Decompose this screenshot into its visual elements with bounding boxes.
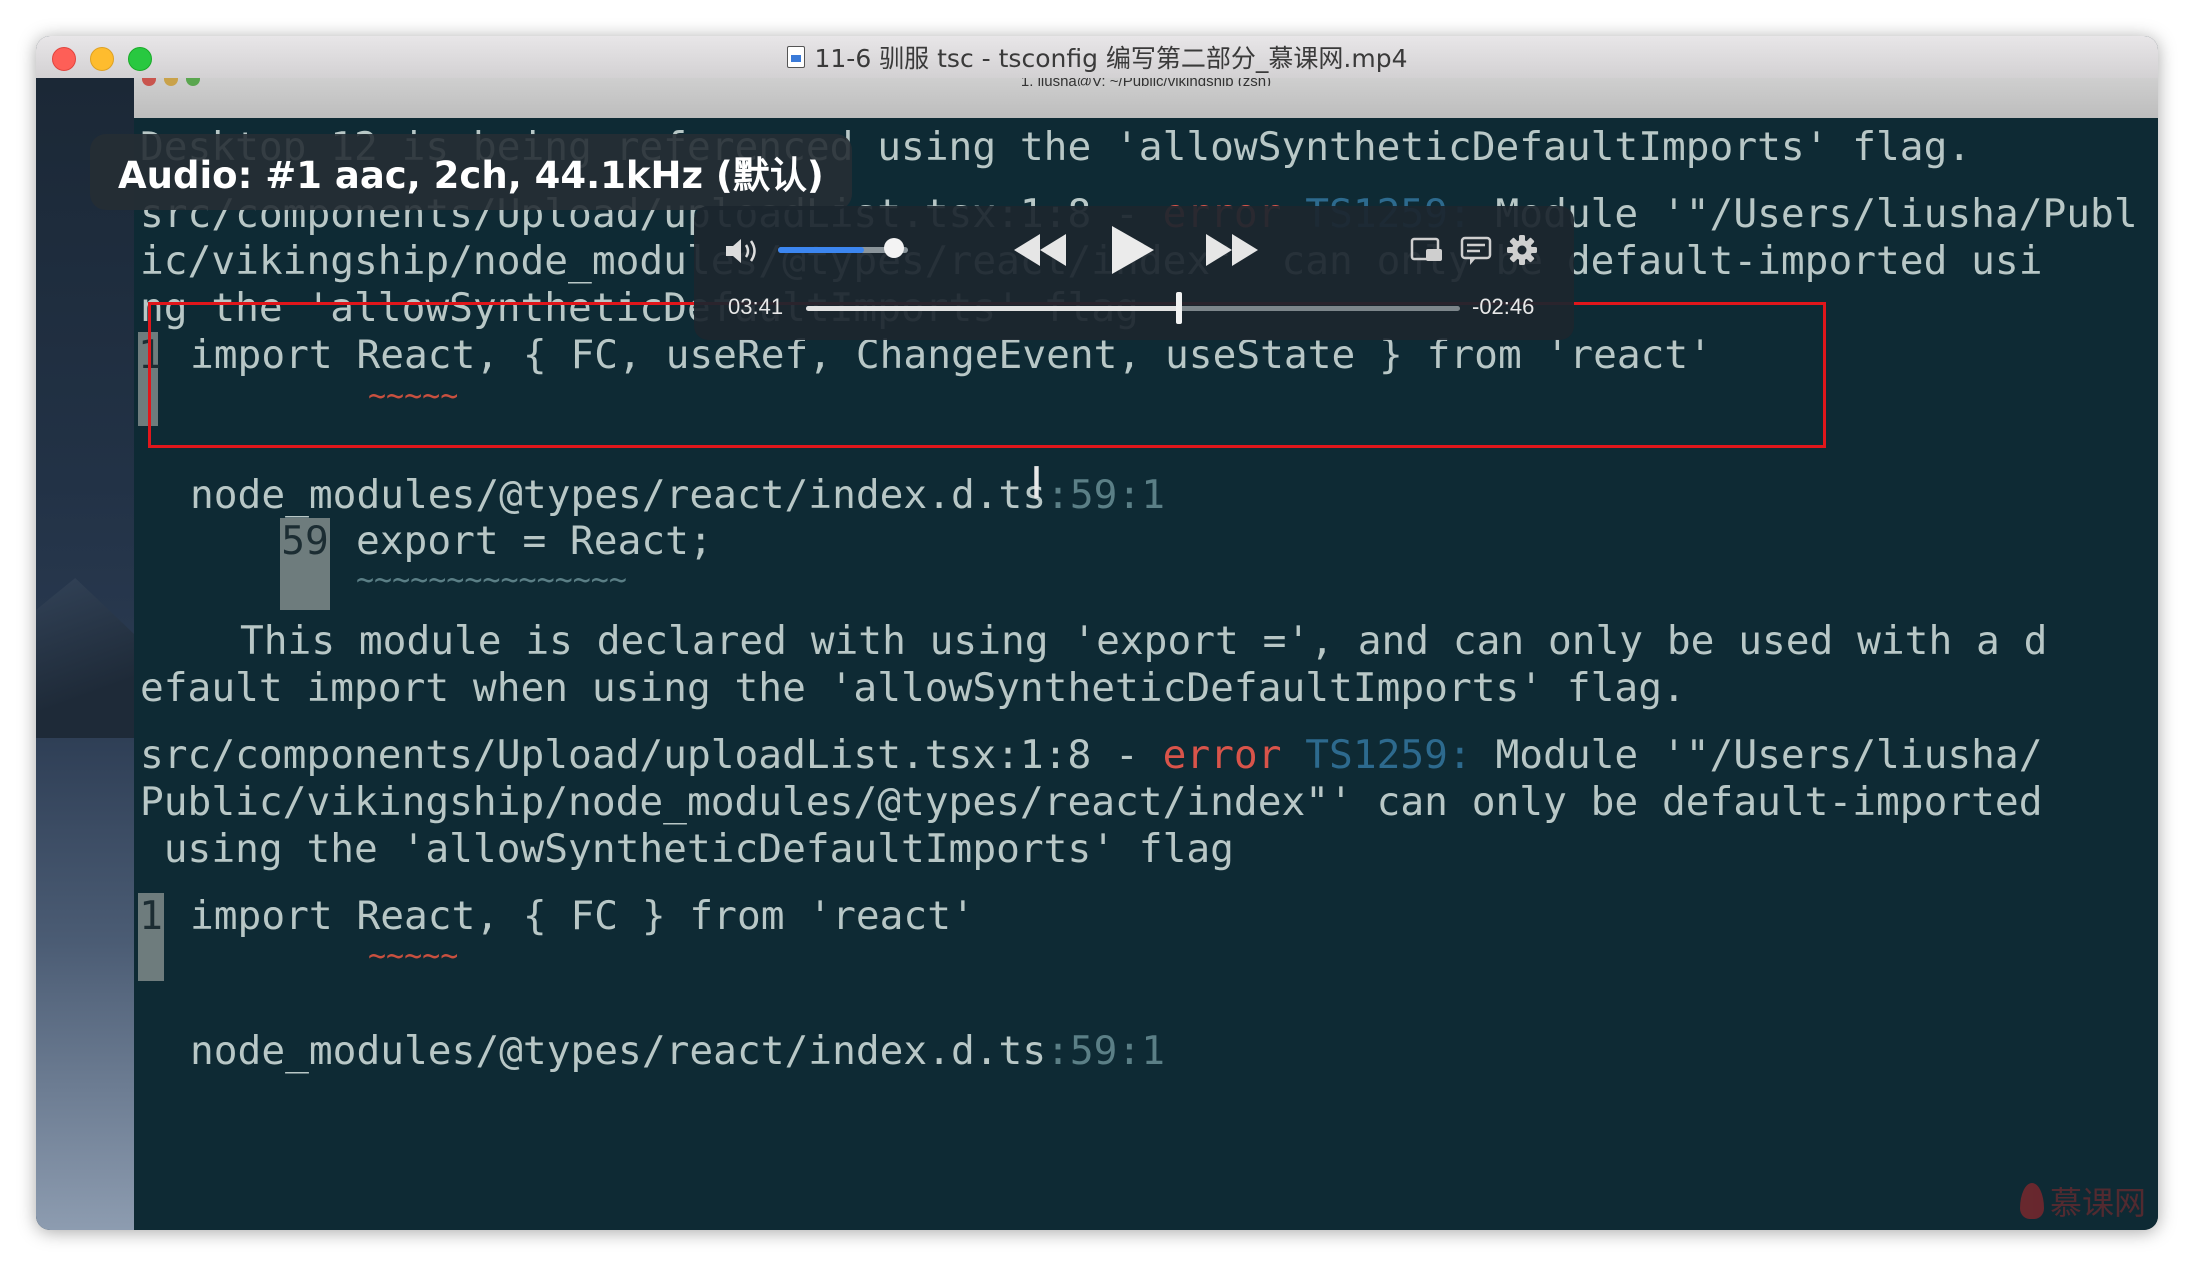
window-title-group: 11-6 驯服 tsc - tsconfig 编写第二部分_慕课网.mp4 [36, 36, 2158, 78]
error-squiggle: ~~~~~ [368, 939, 459, 974]
video-terminal-title: 1. liusha@V: ~/Public/vikingship (zsh) [134, 78, 2158, 86]
watermark-text: 慕课网 [2049, 1184, 2146, 1222]
subtitles-icon[interactable] [1460, 236, 1492, 266]
error-message: Module '"/Users/liusha/ [1471, 732, 2043, 778]
playback-controls: 03:41 -02:46 [694, 206, 1574, 340]
picture-in-picture-icon[interactable] [1410, 236, 1444, 264]
definition-location: :59:1 [1046, 1028, 1166, 1074]
error-file-path: src/components/Upload/uploadList.tsx [140, 732, 997, 778]
flame-logo-icon [2019, 1183, 2044, 1219]
video-terminal-titlebar: 1. liusha@V: ~/Public/vikingship (zsh) [134, 78, 2158, 118]
terminal-line-14: using the 'allowSyntheticDefaultImports'… [140, 826, 1234, 872]
document-icon [786, 46, 805, 68]
progress-played [806, 306, 1179, 311]
text-cursor-icon: I [1030, 458, 1043, 509]
terminal-line-17: node_modules/@types/react/index.d.ts:59:… [190, 1028, 1165, 1074]
line-number: 59 [281, 518, 329, 564]
volume-icon[interactable] [724, 236, 762, 266]
window-title: 11-6 驯服 tsc - tsconfig 编写第二部分_慕课网.mp4 [814, 44, 1408, 73]
definition-file-path: node_modules/@types/react/index.d.ts [190, 1028, 1047, 1074]
volume-knob[interactable] [884, 238, 904, 258]
elapsed-time: 03:41 [728, 294, 784, 319]
volume-level [778, 247, 864, 253]
player-window: 11-6 驯服 tsc - tsconfig 编写第二部分_慕课网.mp4 1.… [36, 36, 2158, 1230]
separator-dash: - [1091, 732, 1163, 778]
mountain-silhouette [36, 578, 134, 738]
site-watermark: 慕课网 [2019, 1178, 2146, 1224]
terminal-line-11: efault import when using the 'allowSynth… [140, 665, 1686, 711]
error-label: error [1162, 732, 1282, 778]
play-icon[interactable] [1108, 224, 1156, 276]
rewind-icon[interactable] [1012, 232, 1068, 268]
terminal-line-7: node_modules/@types/react/index.d.ts:59:… [190, 472, 1165, 518]
fast-forward-icon[interactable] [1204, 232, 1260, 268]
definition-file-path: node_modules/@types/react/index.d.ts [190, 472, 1047, 518]
error-location: :1:8 [996, 732, 1092, 778]
definition-squiggle: ~~~~~~~~~~~~~~~ [356, 563, 627, 598]
playhead-handle[interactable] [1175, 292, 1182, 324]
line-number-gutter: 1 [138, 893, 164, 981]
terminal-line-10: This module is declared with using 'expo… [240, 618, 2048, 664]
line-number-gutter: 59 [280, 518, 330, 610]
audio-info-overlay: Audio: #1 aac, 2ch, 44.1kHz (默认) [90, 134, 852, 210]
terminal-line-12: src/components/Upload/uploadList.tsx:1:8… [140, 732, 2043, 778]
line-number: 1 [139, 893, 163, 939]
remaining-time: -02:46 [1472, 294, 1535, 319]
window-titlebar: 11-6 驯服 tsc - tsconfig 编写第二部分_慕课网.mp4 [36, 36, 2158, 79]
error-code: TS1259: [1305, 732, 1472, 778]
desktop-background-strip [36, 78, 134, 1230]
code-line-import-short: import React, { FC } from 'react' [190, 893, 975, 939]
definition-location: :59:1 [1046, 472, 1166, 518]
settings-gear-icon[interactable] [1506, 234, 1538, 266]
progress-bar[interactable] [806, 306, 1460, 311]
terminal-line-13: Public/vikingship/node_modules/@types/re… [140, 779, 2043, 825]
audio-info-text: Audio: #1 aac, 2ch, 44.1kHz (默认) [118, 154, 824, 197]
